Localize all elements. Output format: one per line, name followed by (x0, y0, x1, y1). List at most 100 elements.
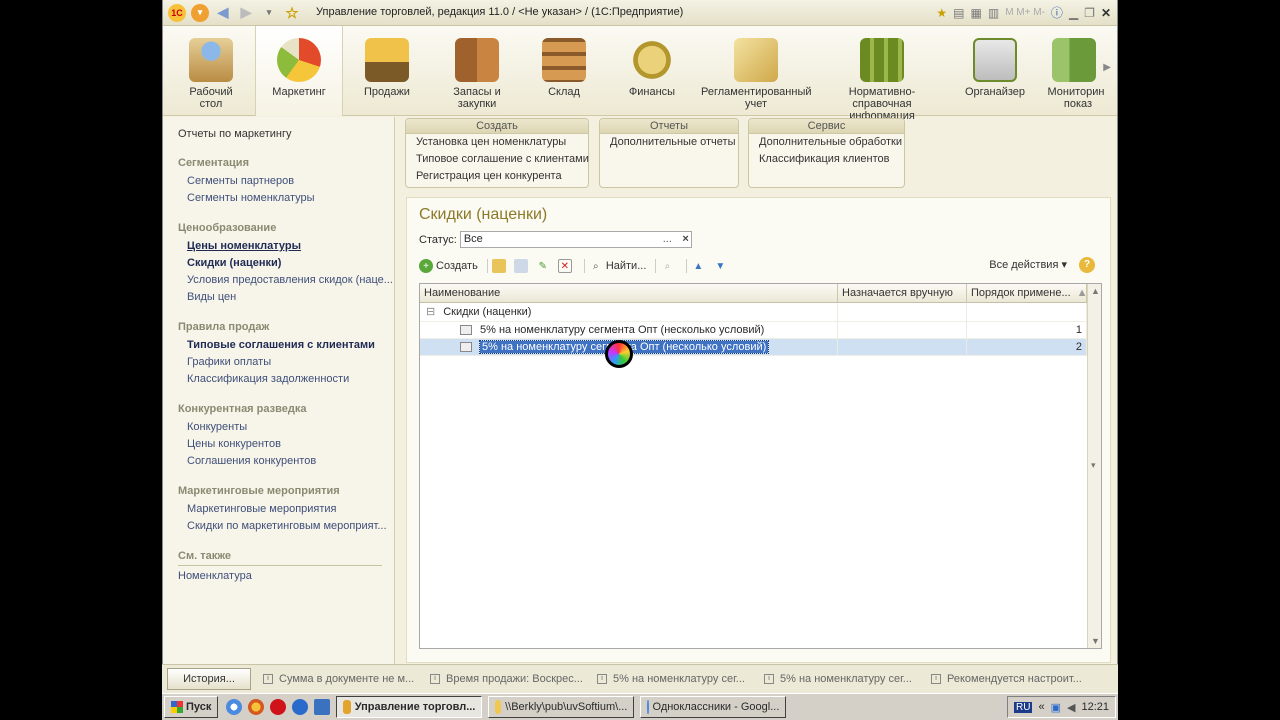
find-button[interactable]: ⌕ Найти... (589, 257, 646, 275)
nav-item-nomenclature[interactable]: Номенклатура (163, 570, 394, 582)
start-button[interactable]: Пуск (164, 696, 219, 718)
nav-item-partner-segments[interactable]: Сегменты партнеров (163, 174, 394, 191)
column-header-name[interactable]: Наименование (420, 284, 838, 303)
tray-expand-icon[interactable]: « (1038, 701, 1044, 713)
nav-item-standard-agreements[interactable]: Типовые соглашения с клиентами (163, 338, 394, 355)
delete-button[interactable]: ✕ (557, 257, 575, 275)
command-set-prices[interactable]: Установка цен номенклатуры (406, 134, 588, 151)
section-monitoring[interactable]: Мониторинг показ (1043, 26, 1105, 116)
restore-icon[interactable]: ❐ (1084, 6, 1095, 20)
nav-item-product-prices[interactable]: Цены номенклатуры (163, 239, 394, 256)
create-label: Создать (436, 260, 478, 272)
network-icon[interactable]: ▣ (1051, 701, 1061, 714)
sections-scroll-right-icon[interactable]: ▶ (1103, 62, 1111, 73)
scroll-thumb[interactable]: ▾ (1091, 460, 1096, 471)
all-actions-menu[interactable]: Все действия ▾ (989, 258, 1067, 271)
table-group-row[interactable]: ⊟ Скидки (наценки) (420, 303, 1101, 322)
row-order: 1 (967, 322, 1087, 339)
back-icon[interactable]: ◀ (214, 4, 232, 22)
help-icon[interactable]: ? (1079, 257, 1095, 273)
section-organizer[interactable]: Органайзер (959, 26, 1031, 116)
clear-icon[interactable]: × (682, 232, 688, 247)
nav-item-event-discounts[interactable]: Скидки по маркетинговым мероприят... (163, 519, 394, 536)
favorites-star-icon[interactable]: ☆ (283, 4, 301, 22)
section-desktop[interactable]: Рабочий стол (173, 26, 249, 116)
history-dropdown-icon[interactable]: ▾ (260, 4, 278, 22)
menu-icon[interactable]: ▾ (191, 3, 209, 22)
edit-button[interactable]: ✎ (536, 257, 553, 275)
nav-item-payment-schedules[interactable]: Графики оплаты (163, 355, 394, 372)
cancel-search-button[interactable]: ⌕ (660, 257, 677, 275)
marketing-pie-icon (277, 38, 321, 82)
volume-icon[interactable]: ◀ (1067, 701, 1075, 714)
status-field[interactable]: Все ... × (459, 231, 692, 248)
task-browser[interactable]: Одноклассники - Googl... (640, 696, 787, 718)
history-item[interactable]: i Сумма в документе не м... (263, 673, 418, 685)
ie-icon[interactable] (292, 699, 309, 715)
chrome-icon[interactable] (226, 699, 243, 715)
command-register-competitor-prices[interactable]: Регистрация цен конкурента (406, 168, 588, 185)
history-item[interactable]: i 5% на номенклатуру сег... (764, 673, 919, 685)
task-folder[interactable]: \\Berkly\pub\uvSoftium\... (488, 696, 635, 718)
language-indicator[interactable]: RU (1014, 701, 1033, 713)
close-icon[interactable]: ✕ (1101, 6, 1111, 20)
command-group-reports: Отчеты Дополнительные отчеты (599, 118, 739, 188)
nav-item-price-types[interactable]: Виды цен (163, 290, 394, 307)
minimize-icon[interactable]: ▁ (1069, 6, 1078, 20)
calculator-icon[interactable]: ▦ (971, 6, 982, 20)
section-finance[interactable]: Финансы (611, 26, 693, 116)
opera-icon[interactable] (270, 699, 287, 715)
column-header-manual[interactable]: Назначается вручную (838, 284, 967, 303)
table-scrollbar[interactable]: ▲ ▾ ▼ (1087, 284, 1101, 648)
create-folder-button[interactable] (491, 257, 509, 275)
move-down-button[interactable]: ▼ (713, 257, 730, 275)
select-button[interactable]: ... (660, 232, 675, 247)
nav-item-discount-conditions[interactable]: Условия предоставления скидок (наце... (163, 273, 394, 290)
table-row[interactable]: 5% на номенклатуру сегмента Опт (несколь… (420, 322, 1101, 339)
calendar-icon[interactable]: ▥ (988, 6, 999, 20)
nav-item-competitor-prices[interactable]: Цены конкурентов (163, 437, 394, 454)
section-warehouse[interactable]: Склад (525, 26, 603, 116)
nav-link-marketing-reports[interactable]: Отчеты по маркетингу (163, 128, 394, 140)
history-item[interactable]: i 5% на номенклатуру сег... (597, 673, 752, 685)
scroll-up-icon[interactable]: ▲ (1091, 286, 1100, 296)
nav-item-marketing-events[interactable]: Маркетинговые мероприятия (163, 502, 394, 519)
section-marketing[interactable]: Маркетинг (255, 26, 343, 116)
copy-button[interactable] (513, 257, 531, 275)
nav-item-competitors[interactable]: Конкуренты (163, 420, 394, 437)
print-icon[interactable]: ▤ (953, 6, 964, 20)
nav-group-title: Ценообразование (178, 222, 277, 234)
history-item-label: Сумма в документе не м... (279, 673, 415, 685)
command-client-classification[interactable]: Классификация клиентов (749, 151, 904, 168)
command-standard-agreement[interactable]: Типовое соглашение с клиентами (406, 151, 589, 168)
forward-icon[interactable]: ▶ (237, 4, 255, 22)
create-button[interactable]: + Создать (419, 257, 478, 275)
collapse-icon[interactable]: ⊟ (426, 306, 435, 318)
section-inventory[interactable]: Запасы и закупки (433, 26, 521, 116)
history-item[interactable]: i Рекомендуется настроит... (931, 673, 1086, 685)
info-icon[interactable]: ⓘ (1051, 4, 1063, 21)
firefox-icon[interactable] (248, 699, 265, 715)
command-additional-processing[interactable]: Дополнительные обработки (749, 134, 904, 151)
move-up-button[interactable]: ▲ (691, 257, 708, 275)
section-sales[interactable]: Продажи (347, 26, 427, 116)
column-header-order[interactable]: Порядок примене... ▲ (967, 284, 1087, 303)
memory-buttons[interactable]: M M+ M- (1005, 7, 1045, 18)
nav-item-discounts[interactable]: Скидки (наценки) (163, 256, 394, 273)
history-item[interactable]: i Время продажи: Воскрес... (430, 673, 585, 685)
desktop-icon[interactable] (314, 699, 331, 715)
command-additional-reports[interactable]: Дополнительные отчеты (600, 134, 738, 151)
section-reference-info[interactable]: Нормативно-справочная информация (819, 26, 945, 122)
star-icon[interactable]: ★ (936, 6, 947, 20)
history-button[interactable]: История... (167, 668, 251, 690)
table-row-selected[interactable]: 5% на номенклатуру сегмента Опт (несколь… (420, 339, 1101, 356)
cancel-search-icon: ⌕ (664, 260, 671, 272)
scroll-down-icon[interactable]: ▼ (1091, 636, 1100, 646)
section-regulated-accounting[interactable]: Регламентированный учет (699, 26, 813, 116)
nav-item-product-segments[interactable]: Сегменты номенклатуры (163, 191, 394, 208)
nav-item-competitor-agreements[interactable]: Соглашения конкурентов (163, 454, 394, 471)
nav-item-debt-classification[interactable]: Классификация задолженности (163, 372, 394, 389)
app-logo-icon[interactable]: 1С (168, 3, 186, 22)
clock[interactable]: 12:21 (1081, 701, 1109, 713)
task-1c[interactable]: Управление торговл... (336, 696, 483, 718)
